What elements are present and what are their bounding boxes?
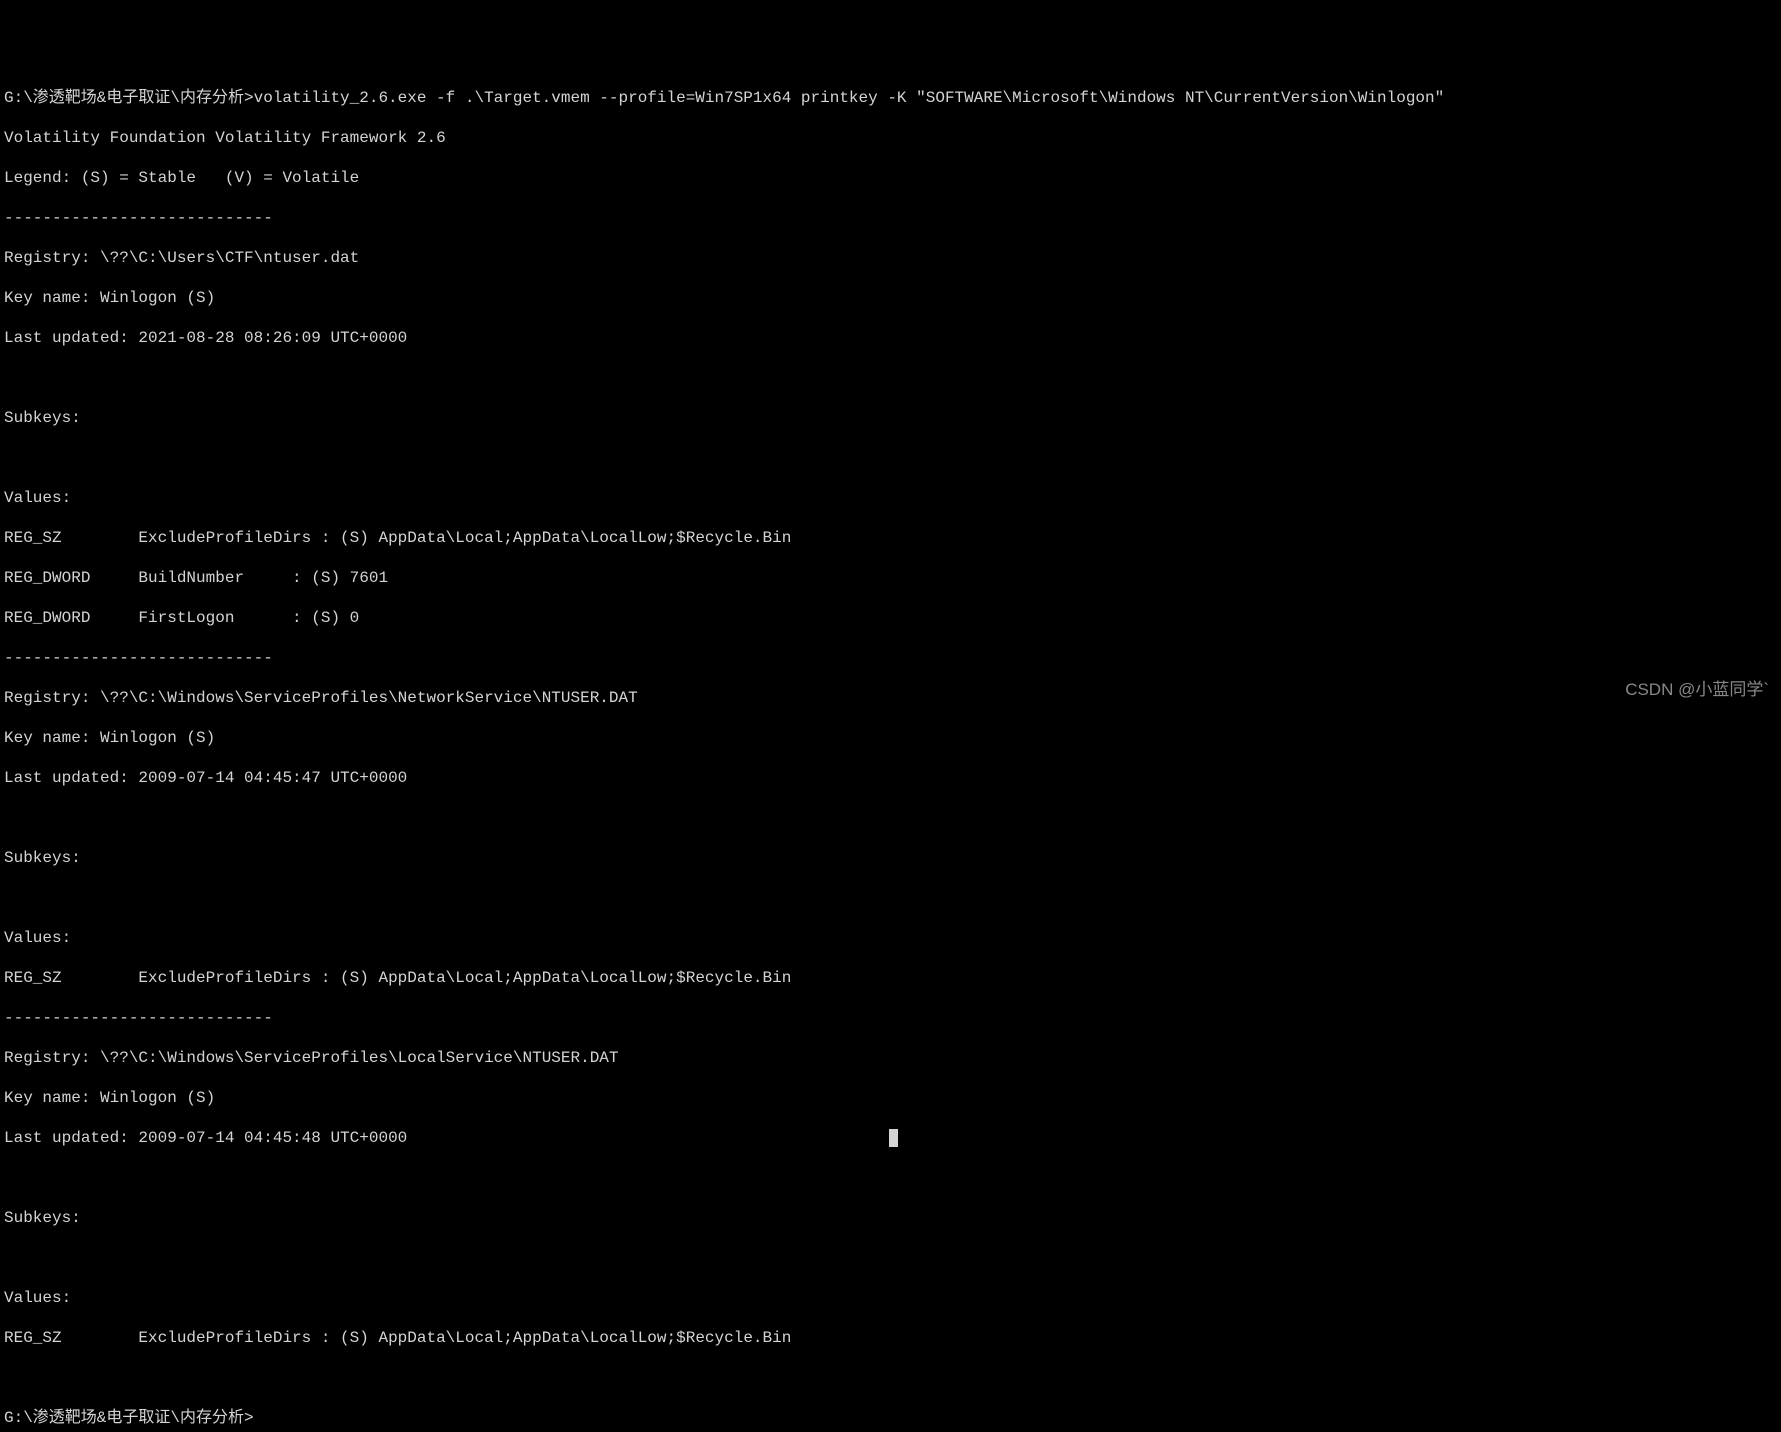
prompt-line[interactable]: G:\渗透靶场&电子取证\内存分析>	[4, 1408, 1777, 1428]
output-header: Volatility Foundation Volatility Framewo…	[4, 128, 1777, 148]
registry-value: REG_SZ ExcludeProfileDirs : (S) AppData\…	[4, 528, 1777, 548]
registry-path: Registry: \??\C:\Windows\ServiceProfiles…	[4, 1048, 1777, 1068]
key-name: Key name: Winlogon (S)	[4, 1088, 1777, 1108]
blank-line	[4, 1368, 1777, 1388]
registry-path: Registry: \??\C:\Windows\ServiceProfiles…	[4, 688, 1777, 708]
separator: ----------------------------	[4, 208, 1777, 228]
blank-line	[4, 1248, 1777, 1268]
separator: ----------------------------	[4, 1008, 1777, 1028]
blank-line	[4, 1168, 1777, 1188]
registry-value: REG_DWORD BuildNumber : (S) 7601	[4, 568, 1777, 588]
subkeys-label: Subkeys:	[4, 848, 1777, 868]
key-name: Key name: Winlogon (S)	[4, 728, 1777, 748]
watermark-text: CSDN @小蓝同学`	[1625, 679, 1769, 700]
values-label: Values:	[4, 928, 1777, 948]
blank-line	[4, 888, 1777, 908]
command-text: volatility_2.6.exe -f .\Target.vmem --pr…	[254, 89, 1445, 107]
last-updated: Last updated: 2009-07-14 04:45:47 UTC+00…	[4, 768, 1777, 788]
key-name: Key name: Winlogon (S)	[4, 288, 1777, 308]
subkeys-label: Subkeys:	[4, 408, 1777, 428]
blank-line	[4, 808, 1777, 828]
separator: ----------------------------	[4, 648, 1777, 668]
subkeys-label: Subkeys:	[4, 1208, 1777, 1228]
values-label: Values:	[4, 488, 1777, 508]
registry-value: REG_SZ ExcludeProfileDirs : (S) AppData\…	[4, 1328, 1777, 1348]
output-legend: Legend: (S) = Stable (V) = Volatile	[4, 168, 1777, 188]
values-label: Values:	[4, 1288, 1777, 1308]
prompt: G:\渗透靶场&电子取证\内存分析>	[4, 1409, 254, 1427]
registry-value: REG_DWORD FirstLogon : (S) 0	[4, 608, 1777, 628]
registry-path: Registry: \??\C:\Users\CTF\ntuser.dat	[4, 248, 1777, 268]
last-updated: Last updated: 2021-08-28 08:26:09 UTC+00…	[4, 328, 1777, 348]
command-line: G:\渗透靶场&电子取证\内存分析>volatility_2.6.exe -f …	[4, 88, 1777, 108]
blank-line	[4, 448, 1777, 468]
blank-line	[4, 368, 1777, 388]
last-updated: Last updated: 2009-07-14 04:45:48 UTC+00…	[4, 1128, 1777, 1148]
registry-value: REG_SZ ExcludeProfileDirs : (S) AppData\…	[4, 968, 1777, 988]
cursor-icon	[889, 1129, 898, 1147]
prompt: G:\渗透靶场&电子取证\内存分析>	[4, 89, 254, 107]
